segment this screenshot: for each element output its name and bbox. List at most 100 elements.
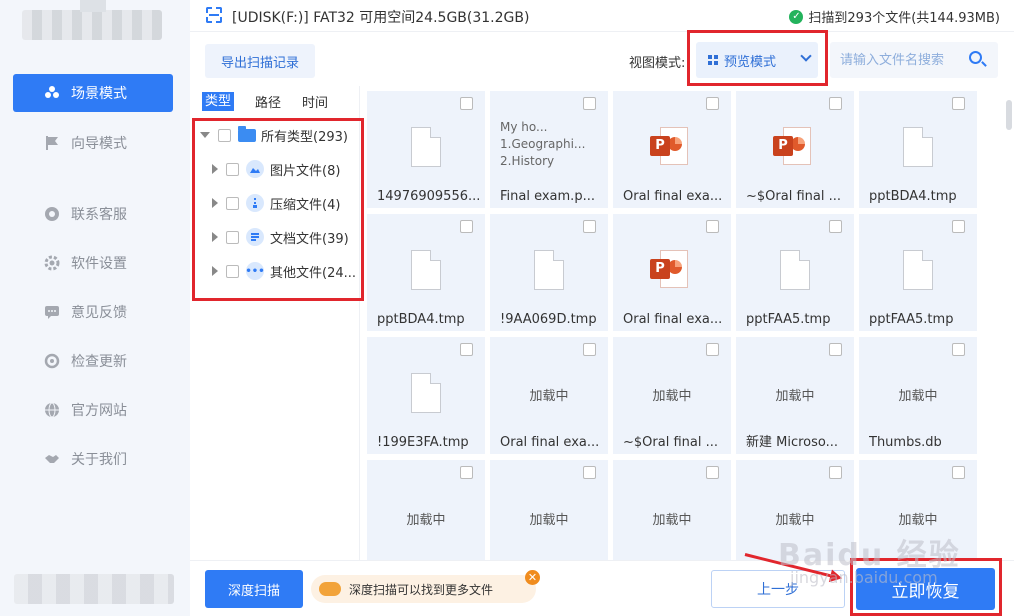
chat-icon xyxy=(43,303,61,321)
file-checkbox[interactable] xyxy=(460,343,473,356)
tip-text: 深度扫描可以找到更多文件 xyxy=(349,582,494,597)
file-checkbox[interactable] xyxy=(952,220,965,233)
file-checkbox[interactable] xyxy=(952,97,965,110)
scan-icon xyxy=(206,7,222,23)
sidebar-item-label: 软件设置 xyxy=(71,256,127,272)
sidebar-item-scene-mode[interactable]: 场景模式 xyxy=(13,74,173,112)
scrollbar[interactable] xyxy=(1006,100,1012,130)
file-icon xyxy=(903,250,933,290)
sidebar-item-feedback[interactable]: 意见反馈 xyxy=(13,293,173,331)
search-input[interactable] xyxy=(840,50,965,70)
app-logo xyxy=(22,10,162,40)
file-name: ~$Oral final ... xyxy=(623,435,718,450)
file-checkbox[interactable] xyxy=(829,220,842,233)
file-checkbox[interactable] xyxy=(706,343,719,356)
version-info xyxy=(14,574,174,604)
sidebar-item-website[interactable]: 官方网站 xyxy=(13,391,173,429)
file-checkbox[interactable] xyxy=(706,220,719,233)
sidebar: 场景模式 向导模式 联系客服 软件设置 意见反馈 检查更新 官方网站 关于我们 xyxy=(0,0,190,616)
tab-type[interactable]: 类型 xyxy=(202,92,235,111)
file-card[interactable]: pptBDA4.tmp xyxy=(367,214,485,331)
file-icon xyxy=(780,250,810,290)
sidebar-item-settings[interactable]: 软件设置 xyxy=(13,244,173,282)
close-icon[interactable]: ✕ xyxy=(525,570,540,585)
loading-label: 加载中 xyxy=(529,513,569,528)
loading-label: 加载中 xyxy=(652,389,692,404)
file-card[interactable]: 加载中 Oral final exa... xyxy=(490,337,608,454)
file-card[interactable]: !199E3FA.tmp xyxy=(367,337,485,454)
loading-label: 加载中 xyxy=(775,513,815,528)
file-name: 新建 Microso... xyxy=(746,435,839,450)
sidebar-item-label: 官方网站 xyxy=(71,403,127,419)
file-card[interactable]: !9AA069D.tmp xyxy=(490,214,608,331)
file-checkbox[interactable] xyxy=(829,466,842,479)
sidebar-item-support[interactable]: 联系客服 xyxy=(13,195,173,233)
sidebar-item-label: 联系客服 xyxy=(71,207,127,223)
sidebar-item-label: 场景模式 xyxy=(71,86,127,102)
scan-status: ✓ 扫描到293个文件(共144.93MB) xyxy=(789,7,1000,26)
file-card[interactable]: 加载中 xyxy=(367,460,485,560)
handshake-icon xyxy=(43,450,61,468)
people-icon xyxy=(43,84,61,102)
file-name: 14976909556... xyxy=(377,189,481,204)
powerpoint-icon: P xyxy=(773,127,813,165)
tab-time[interactable]: 时间 xyxy=(302,92,328,111)
file-card[interactable]: pptFAA5.tmp xyxy=(736,214,854,331)
file-checkbox[interactable] xyxy=(460,220,473,233)
sidebar-item-about[interactable]: 关于我们 xyxy=(13,440,173,478)
export-scan-record-button[interactable]: 导出扫描记录 xyxy=(205,44,315,78)
file-checkbox[interactable] xyxy=(583,343,596,356)
file-card[interactable]: P Oral final exa... xyxy=(613,91,731,208)
sidebar-item-update[interactable]: 检查更新 xyxy=(13,342,173,380)
file-checkbox[interactable] xyxy=(460,97,473,110)
file-card[interactable]: 加载中 xyxy=(490,460,608,560)
loading-label: 加载中 xyxy=(529,389,569,404)
sidebar-item-label: 向导模式 xyxy=(71,136,127,152)
file-checkbox[interactable] xyxy=(706,97,719,110)
file-checkbox[interactable] xyxy=(706,466,719,479)
sidebar-item-guide-mode[interactable]: 向导模式 xyxy=(13,124,173,162)
file-checkbox[interactable] xyxy=(952,466,965,479)
file-checkbox[interactable] xyxy=(583,97,596,110)
file-checkbox[interactable] xyxy=(583,466,596,479)
file-name: Final exam.p... xyxy=(500,189,595,204)
file-name: Thumbs.db xyxy=(869,435,942,450)
text-preview: My ho... 1.Geographi... 2.History xyxy=(500,120,586,168)
file-checkbox[interactable] xyxy=(952,343,965,356)
file-card[interactable]: P Oral final exa... xyxy=(613,214,731,331)
file-card[interactable]: 加载中 新建 Microso... xyxy=(736,337,854,454)
globe-icon xyxy=(43,401,61,419)
file-card[interactable]: pptBDA4.tmp xyxy=(859,91,977,208)
file-card[interactable]: 14976909556... xyxy=(367,91,485,208)
file-checkbox[interactable] xyxy=(829,343,842,356)
file-name: !199E3FA.tmp xyxy=(377,435,469,450)
search-icon[interactable] xyxy=(969,51,982,64)
file-card[interactable]: 加载中 ~$Oral final ... xyxy=(613,337,731,454)
deep-scan-tip: 深度扫描可以找到更多文件 xyxy=(311,575,536,603)
tab-path[interactable]: 路径 xyxy=(255,92,281,111)
file-card[interactable]: My ho... 1.Geographi... 2.History Final e… xyxy=(490,91,608,208)
drive-title: [UDISK(F:)] FAT32 可用空间24.5GB(31.2GB) xyxy=(232,10,530,26)
refresh-icon xyxy=(43,352,61,370)
file-name: Oral final exa... xyxy=(500,435,600,450)
sidebar-item-label: 关于我们 xyxy=(71,452,127,468)
powerpoint-icon: P xyxy=(650,250,690,288)
file-card[interactable]: 加载中 xyxy=(613,460,731,560)
file-checkbox[interactable] xyxy=(583,220,596,233)
file-card[interactable]: 加载中 Thumbs.db xyxy=(859,337,977,454)
highlight-box-view-mode xyxy=(687,30,828,86)
file-name: pptFAA5.tmp xyxy=(746,312,831,327)
file-card[interactable]: P ~$Oral final ... xyxy=(736,91,854,208)
file-checkbox[interactable] xyxy=(460,466,473,479)
file-icon xyxy=(903,127,933,167)
file-card[interactable]: pptFAA5.tmp xyxy=(859,214,977,331)
powerpoint-icon: P xyxy=(650,127,690,165)
file-checkbox[interactable] xyxy=(829,97,842,110)
file-name: pptBDA4.tmp xyxy=(869,189,957,204)
loading-label: 加载中 xyxy=(898,513,938,528)
file-name: pptFAA5.tmp xyxy=(869,312,954,327)
deep-scan-button[interactable]: 深度扫描 xyxy=(205,570,303,608)
file-icon xyxy=(534,250,564,290)
highlight-box-tree xyxy=(192,118,364,301)
logo-accent xyxy=(80,0,106,12)
